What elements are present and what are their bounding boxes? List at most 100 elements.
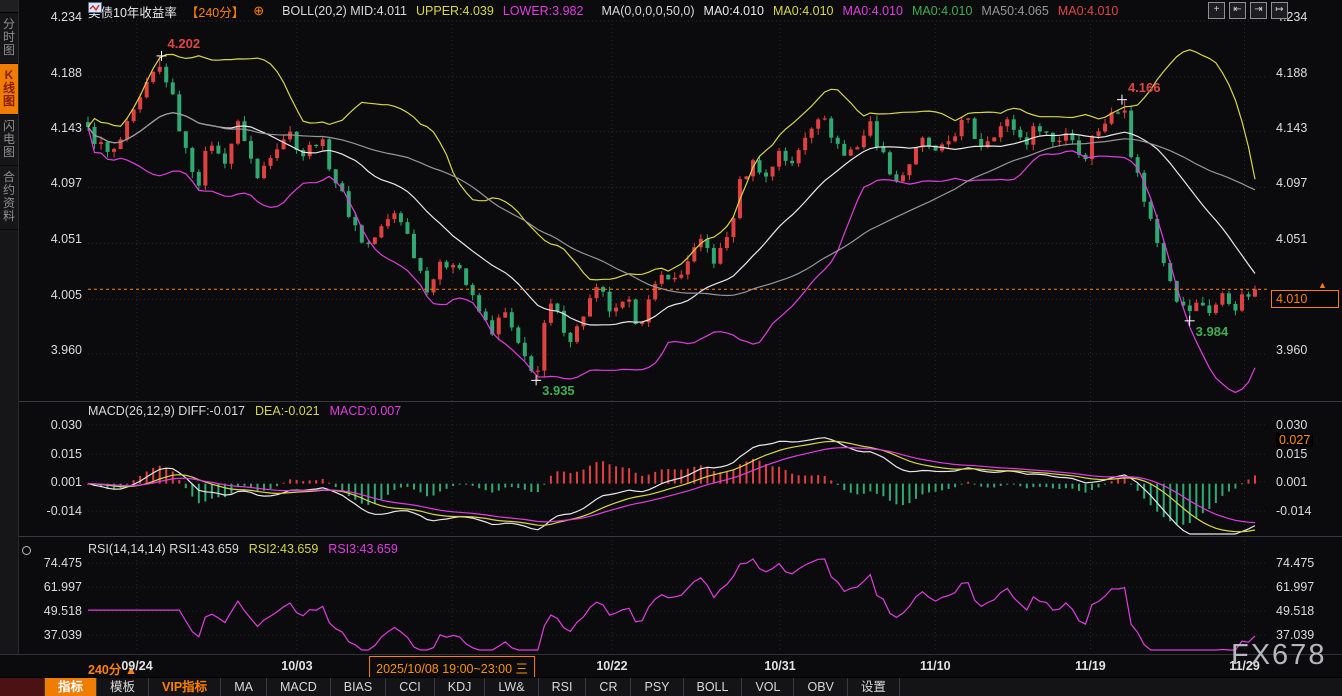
- toolbar-tab-OBV[interactable]: OBV: [794, 678, 847, 696]
- candle-body: [158, 67, 162, 72]
- macd-hist-bar: [1130, 484, 1132, 485]
- candle-body: [1220, 293, 1224, 304]
- macd-tick: -0.014: [24, 504, 82, 518]
- sidebar-item-tab[interactable]: 分时图: [0, 13, 18, 64]
- macd-hist-bar: [283, 483, 285, 484]
- crosshair-tool-icon[interactable]: +: [1208, 2, 1225, 19]
- ma-value: MA0:4.010: [773, 4, 833, 18]
- macd-hist-bar: [706, 467, 708, 484]
- candle-body: [992, 137, 996, 141]
- current-price-badge: 4.010: [1271, 290, 1339, 308]
- macd-hist-bar: [1254, 475, 1256, 483]
- toolbar-tab-BOLL[interactable]: BOLL: [684, 678, 743, 696]
- period-label: 【240分】: [186, 2, 244, 21]
- ma50-line: [88, 113, 1255, 296]
- macd-hist-bar: [556, 471, 558, 483]
- candle-body: [575, 326, 579, 342]
- candle-body: [262, 166, 266, 178]
- toolbar-tab-RSI[interactable]: RSI: [539, 678, 587, 696]
- macd-current-badge: 0.027: [1276, 433, 1313, 447]
- boll-upper-line: [88, 50, 1255, 280]
- indicator-toolbar: 指标模板VIP指标MAMACDBIASCCIKDJLW&RSICRPSYBOLL…: [0, 677, 1342, 696]
- extreme-label: 3.935: [542, 383, 575, 398]
- candle-body: [581, 317, 585, 327]
- macd-hist-bar: [895, 484, 897, 505]
- macd-tick: 0.001: [24, 475, 82, 489]
- candle-body: [242, 121, 246, 141]
- price-tick: 4.051: [24, 232, 82, 246]
- candle-body: [1057, 141, 1061, 142]
- toolbar-tab-VIP指标[interactable]: VIP指标: [149, 678, 221, 696]
- candle-body: [386, 219, 390, 226]
- ma-params-label: MA(0,0,0,0,50,0): [601, 4, 694, 18]
- toolbar-tab-BIAS[interactable]: BIAS: [331, 678, 387, 696]
- candle-body: [282, 139, 286, 149]
- macd-hist-bar: [172, 472, 174, 484]
- candle-body: [203, 151, 207, 186]
- candle-body: [321, 139, 325, 146]
- candle-body: [536, 371, 540, 372]
- ma-value: MA0:4.010: [1058, 4, 1118, 18]
- toolbar-tab-指标[interactable]: 指标: [45, 678, 97, 696]
- macd-hist-bar: [1111, 481, 1113, 483]
- candle-body: [1031, 126, 1035, 145]
- macd-hist-bar: [1058, 484, 1060, 489]
- candle-body: [816, 119, 820, 128]
- candle-body: [1194, 303, 1198, 311]
- macd-hist-bar: [133, 480, 135, 483]
- macd-hist-bar: [1182, 484, 1184, 525]
- macd-hist-bar: [902, 484, 904, 505]
- sidebar-item-tab[interactable]: 闪电图: [0, 115, 18, 166]
- toolbar-tab-KDJ[interactable]: KDJ: [435, 678, 486, 696]
- price-tick: 3.960: [24, 343, 82, 357]
- toolbar-tab-CR[interactable]: CR: [586, 678, 631, 696]
- toolbar-tab-CCI[interactable]: CCI: [386, 678, 435, 696]
- macd-hist-bar: [1098, 484, 1100, 488]
- sidebar-item-kline[interactable]: K线图: [0, 64, 18, 115]
- macd-hist-bar: [1104, 484, 1106, 485]
- candle-body: [151, 72, 155, 82]
- pan-chart-icon[interactable]: ↦: [1271, 2, 1288, 19]
- x-axis-scale-icon[interactable]: ⇥: [1250, 2, 1267, 19]
- macd-hist-bar: [830, 480, 832, 483]
- add-indicator-icon[interactable]: ⊕: [253, 3, 264, 19]
- candle-body: [588, 298, 592, 316]
- macd-hist-bar: [257, 484, 259, 491]
- candle-body: [197, 172, 201, 186]
- macd-hist-bar: [759, 461, 761, 484]
- macd-hist-bar: [433, 484, 435, 496]
- toolbar-tab-PSY[interactable]: PSY: [631, 678, 683, 696]
- candle-body: [868, 121, 872, 135]
- panel-collapse-icon[interactable]: [22, 546, 31, 555]
- candle-body: [881, 147, 885, 152]
- sidebar-item-tab[interactable]: 合约资料: [0, 166, 18, 230]
- macd-hist-bar: [498, 484, 500, 491]
- macd-hist-bar: [726, 472, 728, 483]
- macd-hist-bar: [609, 464, 611, 483]
- macd-hist-bar: [961, 484, 963, 485]
- toolbar-tab-MA[interactable]: MA: [221, 678, 267, 696]
- candle-body: [451, 265, 455, 267]
- price-up-arrow-icon: ▲: [1318, 280, 1327, 290]
- toolbar-tab-模板[interactable]: 模板: [97, 678, 149, 696]
- candle-body: [1044, 131, 1048, 132]
- macd-hist-bar: [1117, 479, 1119, 483]
- macd-hist-bar: [517, 484, 519, 488]
- macd-hist-bar: [1045, 484, 1047, 487]
- y-axis-scale-icon[interactable]: ⇤: [1229, 2, 1246, 19]
- macd-hist-bar: [478, 484, 480, 489]
- toolbar-tab-LW&[interactable]: LW&: [485, 678, 538, 696]
- toolbar-tab-VOL[interactable]: VOL: [742, 678, 794, 696]
- macd-hist-bar: [1084, 484, 1086, 493]
- candle-body: [712, 248, 716, 264]
- macd-hist-bar: [635, 473, 637, 484]
- macd-hist-bar: [419, 484, 421, 493]
- candle-body: [353, 217, 357, 225]
- toolbar-tab-MACD[interactable]: MACD: [267, 678, 331, 696]
- toolbar-tab-设置[interactable]: 设置: [848, 678, 900, 696]
- candle-body: [1233, 304, 1237, 311]
- candle-body: [849, 149, 853, 155]
- macd-hist-bar: [530, 484, 532, 492]
- macd-hist-bar: [843, 484, 845, 490]
- candle-body: [790, 161, 794, 163]
